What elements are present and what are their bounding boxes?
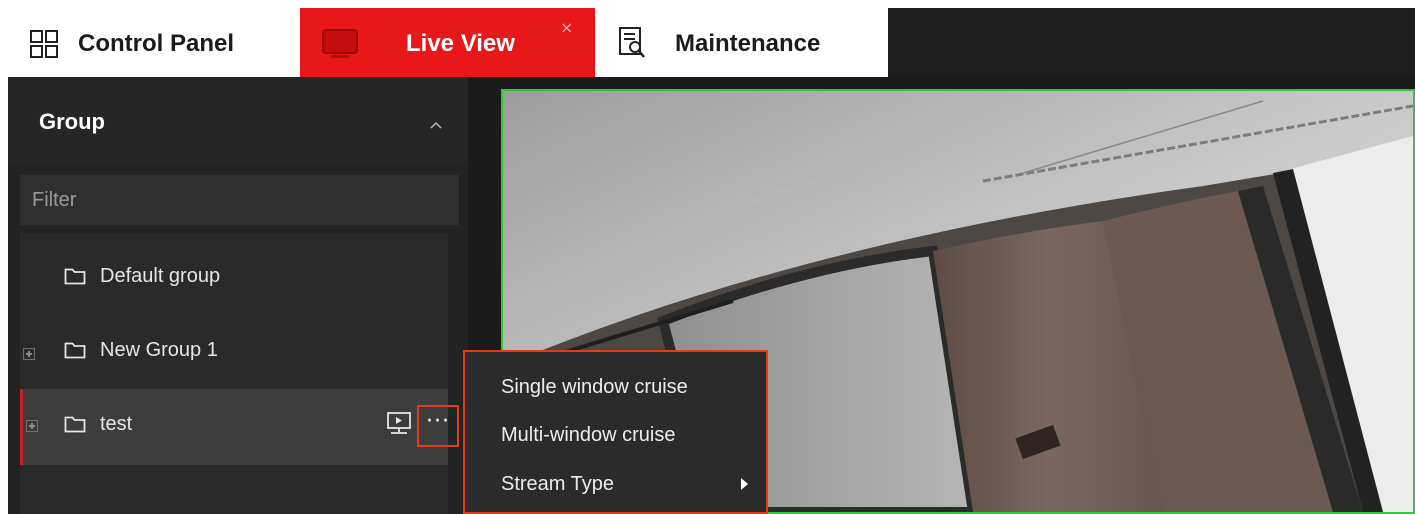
tree-item-label: Default group bbox=[100, 265, 221, 287]
context-menu: Single window cruise Multi-window cruise… bbox=[463, 350, 768, 514]
tab-live-view-label: Live View bbox=[406, 30, 515, 57]
tree-item-label: test bbox=[100, 413, 133, 435]
tree-item-new-group-1[interactable]: New Group 1 bbox=[20, 317, 448, 393]
group-tree: Default group New Group 1 test ··· bbox=[20, 233, 459, 514]
tab-maintenance[interactable]: Maintenance bbox=[595, 8, 888, 77]
tab-control-panel-label: Control Panel bbox=[78, 30, 235, 57]
chevron-up-icon[interactable] bbox=[428, 115, 444, 134]
monitor-icon bbox=[320, 28, 360, 60]
menu-item-multi-window-cruise[interactable]: Multi-window cruise bbox=[501, 424, 676, 447]
app-window: Control Panel Live View × Maintenance Gr… bbox=[8, 8, 1415, 514]
tree-item-default-group[interactable]: Default group bbox=[20, 243, 448, 319]
tab-live-view[interactable]: Live View × bbox=[300, 8, 595, 77]
report-search-icon bbox=[618, 26, 648, 60]
grid-icon bbox=[29, 29, 59, 59]
folder-icon bbox=[64, 341, 86, 363]
menu-item-single-window-cruise[interactable]: Single window cruise bbox=[501, 376, 688, 399]
play-window-icon[interactable] bbox=[386, 411, 412, 441]
close-icon[interactable]: × bbox=[560, 18, 573, 37]
more-options-button[interactable]: ··· bbox=[417, 405, 459, 447]
tab-maintenance-label: Maintenance bbox=[675, 30, 821, 57]
sidebar: Group Default group New Group 1 bbox=[8, 77, 468, 514]
group-title: Group bbox=[39, 109, 105, 134]
menu-item-stream-type[interactable]: Stream Type bbox=[501, 473, 614, 496]
folder-icon bbox=[64, 415, 86, 437]
group-header[interactable]: Group bbox=[8, 77, 468, 162]
tree-item-test[interactable]: test ··· bbox=[20, 389, 459, 465]
plus-box-icon[interactable] bbox=[23, 348, 35, 360]
tab-control-panel[interactable]: Control Panel bbox=[8, 8, 300, 77]
tab-bar: Control Panel Live View × Maintenance bbox=[8, 8, 1415, 77]
plus-box-icon[interactable] bbox=[26, 420, 38, 432]
tree-item-label: New Group 1 bbox=[100, 339, 218, 361]
filter-input[interactable] bbox=[20, 175, 459, 225]
folder-icon bbox=[64, 267, 86, 289]
caret-right-icon bbox=[741, 478, 748, 490]
